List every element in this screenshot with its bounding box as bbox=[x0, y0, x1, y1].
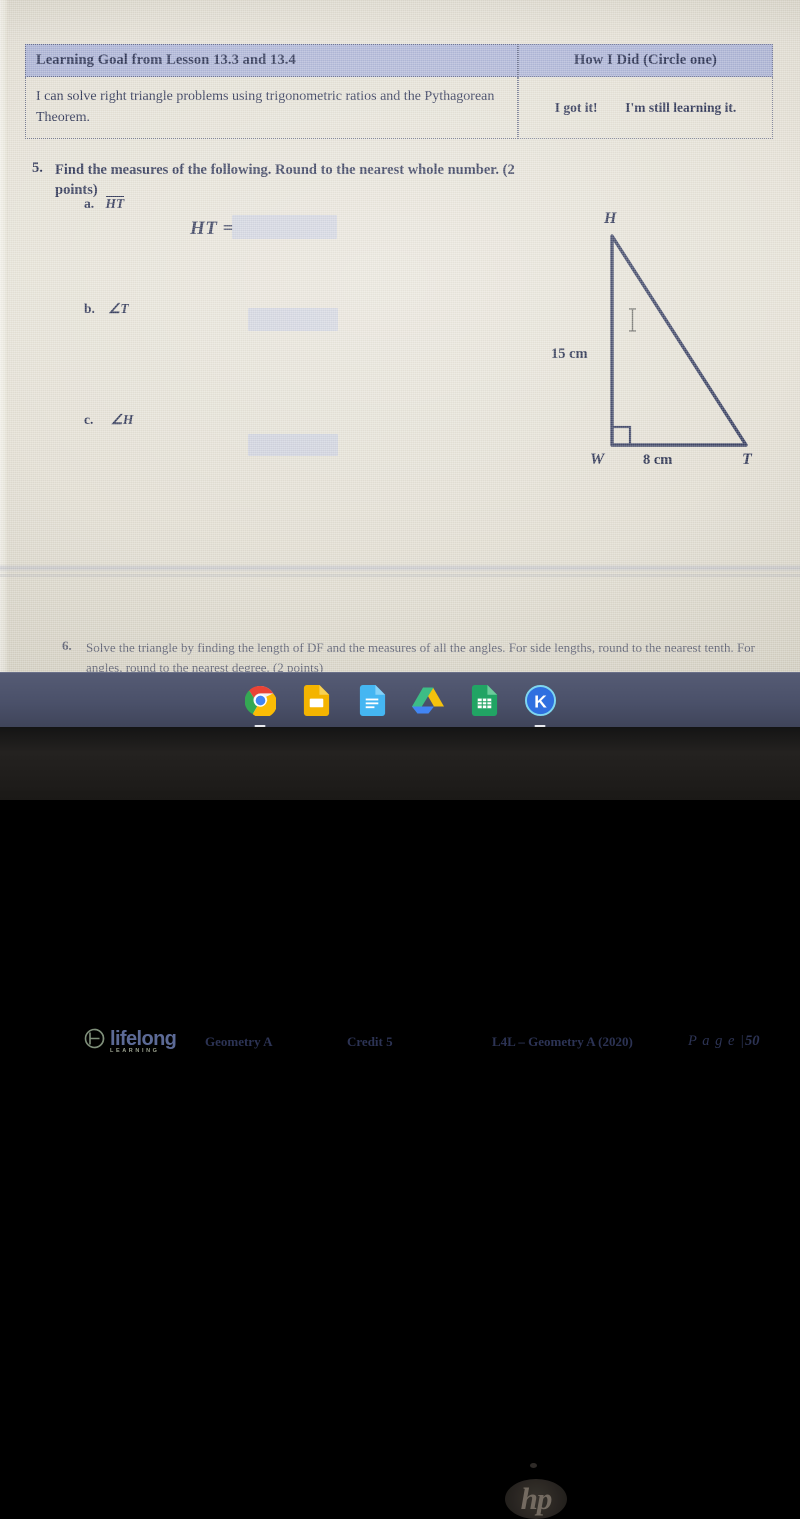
part-a-letter: a. bbox=[84, 196, 95, 211]
sheets-icon[interactable] bbox=[467, 684, 501, 718]
answer-field-ht[interactable] bbox=[232, 215, 337, 239]
right-triangle-figure: H W T 15 cm 8 cm bbox=[540, 210, 785, 475]
vertex-label-t: T bbox=[742, 451, 752, 468]
question-5-number: 5. bbox=[32, 160, 43, 176]
lifelong-logo-text: lifelong bbox=[110, 1027, 177, 1050]
lifelong-logo-subtext: LEARNING bbox=[110, 1048, 160, 1054]
table-body-row: I can solve right triangle problems usin… bbox=[25, 77, 773, 139]
angle-h-label: ∠H bbox=[110, 412, 134, 427]
scanned-worksheet-page: Learning Goal from Lesson 13.3 and 13.4 … bbox=[0, 0, 800, 1054]
part-c-letter: c. bbox=[84, 412, 94, 427]
table-header-how-i-did: How I Did (Circle one) bbox=[518, 44, 773, 77]
page-footer: lifelong LEARNING Geometry A Credit 5 L4… bbox=[0, 512, 800, 1054]
question-6-number: 6. bbox=[62, 638, 72, 653]
footer-source: L4L – Geometry A (2020) bbox=[492, 1034, 633, 1049]
footer-page-number: P a g e |50 bbox=[688, 1033, 760, 1050]
drive-icon[interactable] bbox=[411, 684, 445, 718]
learning-goal-text: I can solve right triangle problems usin… bbox=[36, 89, 495, 125]
lifelong-logo-mark bbox=[84, 1028, 105, 1049]
part-b-letter: b. bbox=[84, 301, 95, 316]
laptop-bezel: hp bbox=[0, 727, 800, 1519]
hp-logo: hp bbox=[505, 1479, 567, 1519]
svg-text:K: K bbox=[534, 691, 547, 711]
page-break-divider-secondary bbox=[0, 574, 800, 577]
lifelong-logo: lifelong bbox=[84, 1027, 177, 1050]
app-shelf: K bbox=[0, 673, 800, 728]
question-5-part-a-letter: a. HT bbox=[84, 196, 125, 212]
answer-field-angle-t[interactable] bbox=[248, 308, 338, 331]
laptop-screen-photo: Learning Goal from Lesson 13.3 and 13.4 … bbox=[0, 0, 800, 1519]
segment-ht-label: HT bbox=[105, 196, 125, 211]
bezel-speck bbox=[530, 1463, 537, 1468]
chrome-icon[interactable] bbox=[243, 684, 277, 727]
footer-page-label: P a g e bbox=[688, 1033, 736, 1049]
footer-course: Geometry A bbox=[205, 1034, 273, 1049]
page-break-divider bbox=[0, 564, 800, 573]
chromeos-taskbar[interactable]: K bbox=[0, 672, 800, 728]
kami-icon[interactable]: K bbox=[523, 684, 557, 727]
footer-page-value: 50 bbox=[745, 1033, 760, 1049]
learning-goal-table: Learning Goal from Lesson 13.3 and 13.4 … bbox=[25, 44, 773, 140]
side-label-hw: 15 cm bbox=[551, 346, 588, 362]
learning-goal-cell: I can solve right triangle problems usin… bbox=[25, 77, 518, 139]
text-cursor-ibeam bbox=[628, 308, 637, 332]
docs-icon[interactable] bbox=[355, 684, 389, 718]
ht-equals-label: HT = bbox=[190, 218, 234, 239]
choice-got-it[interactable]: I got it! bbox=[555, 100, 598, 116]
learning-goal-header-label: Learning Goal from Lesson 13.3 and 13.4 bbox=[36, 52, 296, 68]
vertex-label-w: W bbox=[590, 451, 605, 468]
footer-credit: Credit 5 bbox=[347, 1034, 393, 1049]
how-i-did-header-label: How I Did (Circle one) bbox=[574, 52, 717, 68]
angle-t-label: ∠T bbox=[108, 301, 129, 316]
question-5-prompt: Find the measures of the following. Roun… bbox=[55, 162, 515, 199]
side-label-wt: 8 cm bbox=[643, 452, 673, 468]
how-i-did-cell: I got it! I'm still learning it. bbox=[518, 77, 773, 139]
choice-still-learning[interactable]: I'm still learning it. bbox=[625, 100, 736, 116]
vertex-label-h: H bbox=[604, 210, 617, 227]
triangle-outline bbox=[610, 234, 748, 447]
table-header-learning-goal: Learning Goal from Lesson 13.3 and 13.4 bbox=[25, 44, 518, 77]
right-angle-marker bbox=[610, 425, 632, 447]
slides-icon[interactable] bbox=[299, 684, 333, 718]
question-5-part-c-letter: c. ∠H bbox=[84, 412, 133, 428]
table-header-row: Learning Goal from Lesson 13.3 and 13.4 … bbox=[25, 44, 773, 77]
answer-field-angle-h[interactable] bbox=[248, 434, 338, 456]
question-5-part-b-letter: b. ∠T bbox=[84, 301, 129, 317]
